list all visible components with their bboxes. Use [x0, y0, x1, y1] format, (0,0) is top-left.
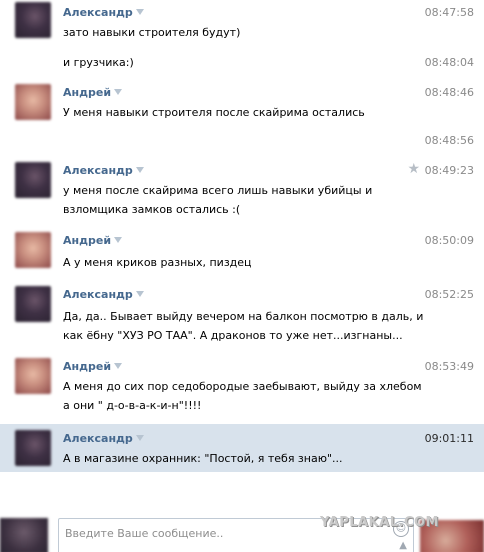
message-time: 08:52:25 [424, 288, 474, 301]
message-text: Да, да.. Бывает выйду вечером на балкон … [63, 310, 424, 342]
chevron-down-icon[interactable] [114, 89, 123, 95]
author-name[interactable]: Андрей [63, 86, 123, 99]
message-row: Александр 08:47:58 зато навыки строителя… [0, 0, 484, 46]
message-row: Александр 08:52:25 Да, да.. Бывает выйду… [0, 282, 484, 350]
message-time: 08:53:49 [424, 360, 474, 373]
chevron-down-icon[interactable] [114, 363, 123, 369]
message-time: 08:47:58 [424, 6, 474, 19]
chat-history: Александр 08:47:58 зато навыки строителя… [0, 0, 484, 510]
message-row: Андрей 08:48:46 У меня навыки строителя … [0, 80, 484, 126]
chevron-down-icon[interactable] [114, 237, 123, 243]
message-text: у меня после скайрима всего лишь навыки … [63, 184, 373, 216]
message-text: А у меня криков разных, пиздец [63, 256, 252, 269]
author-name[interactable]: Александр [63, 164, 144, 177]
star-icon[interactable]: ★ [407, 161, 420, 177]
message-text: У меня навыки строителя после скайрима о… [63, 106, 365, 119]
author-name[interactable]: Андрей [63, 234, 123, 247]
author-name[interactable]: Андрей [63, 360, 123, 373]
author-name[interactable]: Александр [63, 432, 144, 445]
avatar[interactable] [15, 286, 51, 322]
message-time: 08:48:56 [424, 134, 474, 147]
chevron-down-icon[interactable] [135, 167, 144, 173]
attach-icon[interactable]: ▲ [399, 540, 407, 551]
message-row: Андрей 08:53:49 А меня до сих пор седобо… [0, 354, 484, 420]
avatar[interactable] [15, 84, 51, 120]
message-row: Андрей 08:50:09 А у меня криков разных, … [0, 228, 484, 278]
message-text: зато навыки строителя будут) [63, 26, 241, 39]
chevron-down-icon[interactable] [135, 435, 144, 441]
message-input-placeholder: Введите Ваше сообщение.. [65, 527, 224, 540]
message-text: А в магазине охранник: "Постой, я тебя з… [63, 452, 343, 465]
message-text: А меня до сих пор седобородые заебывают,… [63, 380, 422, 412]
author-name[interactable]: Александр [63, 6, 144, 19]
message-time: 08:48:46 [424, 86, 474, 99]
avatar[interactable] [15, 430, 51, 466]
message-row: 08:48:56 [0, 128, 484, 154]
message-row-highlighted: Александр 09:01:11 А в магазине охранник… [0, 424, 484, 472]
message-time: 08:48:04 [424, 56, 474, 69]
author-name[interactable]: Александр [63, 288, 144, 301]
avatar[interactable] [15, 232, 51, 268]
avatar[interactable] [15, 358, 51, 394]
chevron-down-icon[interactable] [135, 291, 144, 297]
message-row: 08:48:04 и грузчика:) [0, 50, 484, 76]
message-time: 09:01:11 [424, 432, 474, 445]
message-time: 08:50:09 [424, 234, 474, 247]
avatar [0, 518, 48, 552]
message-time: 08:49:23 [424, 164, 474, 177]
watermark: YAPLAKAL.COM [320, 515, 439, 530]
message-text: и грузчика:) [63, 56, 134, 69]
avatar[interactable] [15, 162, 51, 198]
message-row: Александр ★ 08:49:23 у меня после скайри… [0, 158, 484, 224]
chevron-down-icon[interactable] [135, 9, 144, 15]
avatar[interactable] [15, 2, 51, 38]
